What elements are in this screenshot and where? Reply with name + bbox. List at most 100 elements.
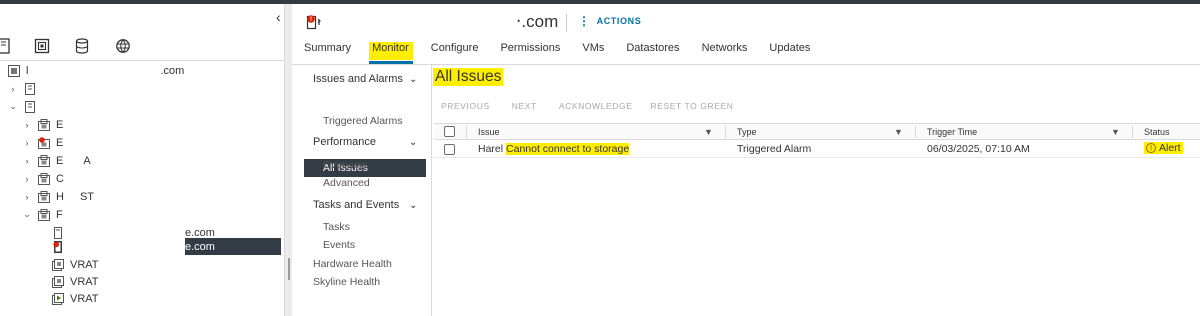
- subnav-events[interactable]: Events: [323, 239, 355, 251]
- tree-item-cluster[interactable]: › E: [22, 116, 63, 133]
- type-cell: Triggered Alarm: [737, 143, 812, 155]
- storage-icon[interactable]: [72, 36, 92, 56]
- tab-monitor[interactable]: Monitor: [369, 42, 413, 64]
- tree-item-cluster[interactable]: › E A: [22, 152, 91, 169]
- cluster-icon: [38, 190, 50, 203]
- vm-running-icon: [52, 292, 64, 305]
- cluster-icon: [38, 208, 50, 221]
- previous-button[interactable]: PREVIOUS: [441, 101, 490, 111]
- column-divider: [1132, 126, 1133, 138]
- chevron-right-icon[interactable]: ›: [22, 156, 32, 166]
- tree-item-suffix: e.com: [185, 226, 215, 239]
- acknowledge-button[interactable]: ACKNOWLEDGE: [559, 101, 633, 111]
- column-divider: [725, 126, 726, 138]
- vm-icon: [52, 258, 64, 271]
- tree-item-label: H: [56, 190, 64, 203]
- cluster-alert-icon: [38, 136, 50, 149]
- vms-and-templates-icon[interactable]: [32, 36, 52, 56]
- hosts-and-clusters-icon[interactable]: [0, 36, 14, 56]
- chevron-down-icon[interactable]: ⌄: [8, 101, 18, 112]
- filter-icon[interactable]: ▼: [704, 127, 713, 137]
- cluster-icon: [38, 154, 50, 167]
- subnav-overview[interactable]: Overview: [323, 159, 367, 171]
- column-header-issue[interactable]: Issue: [478, 127, 500, 137]
- collapse-navigator-button[interactable]: ‹: [276, 10, 281, 24]
- tree-item-cluster[interactable]: › E: [22, 134, 63, 151]
- reset-to-green-button[interactable]: RESET TO GREEN: [650, 101, 733, 111]
- tab-networks[interactable]: Networks: [702, 42, 748, 60]
- subnav-hardware-health[interactable]: Hardware Health: [313, 258, 392, 270]
- chevron-down-icon[interactable]: ⌄: [409, 137, 417, 148]
- tree-item-label: E: [56, 118, 64, 131]
- chevron-down-icon[interactable]: ⌄: [22, 209, 32, 220]
- vm-icon: [52, 275, 64, 288]
- tab-configure[interactable]: Configure: [431, 42, 479, 60]
- column-divider: [466, 126, 467, 138]
- chevron-right-icon[interactable]: ›: [22, 120, 32, 130]
- tree-item-cluster[interactable]: › H ST: [22, 188, 94, 205]
- tree-item-label: VRAT: [70, 258, 99, 271]
- splitter-grip-icon[interactable]: [288, 258, 290, 280]
- datacenter-icon: [24, 100, 36, 113]
- tree-item-datacenter[interactable]: ⌄: [8, 98, 42, 115]
- filter-icon[interactable]: ▼: [894, 127, 903, 137]
- tree-item-datacenter[interactable]: ›: [8, 80, 42, 97]
- tree-item-label: VRAT: [70, 292, 99, 305]
- column-header-status[interactable]: Status: [1144, 127, 1170, 137]
- panel-splitter[interactable]: [284, 4, 292, 316]
- tree-item-label: C: [56, 172, 64, 185]
- tree-item-host-selected[interactable]: e.com: [52, 238, 215, 255]
- chevron-right-icon[interactable]: ›: [8, 84, 18, 94]
- subnav-tasks[interactable]: Tasks: [323, 221, 350, 233]
- tree-item-vcenter[interactable]: l .com: [8, 62, 184, 79]
- tree-item-cluster[interactable]: ⌄ F: [22, 206, 63, 223]
- header-divider: [566, 14, 567, 32]
- column-header-type[interactable]: Type: [737, 127, 757, 137]
- tab-datastores[interactable]: Datastores: [626, 42, 679, 60]
- actions-menu-button[interactable]: ⋮ ACTIONS: [578, 15, 641, 27]
- page-title: All Issues: [433, 68, 504, 86]
- chevron-right-icon[interactable]: ›: [22, 138, 32, 148]
- tree-item-cluster[interactable]: › C: [22, 170, 64, 187]
- next-button[interactable]: NEXT: [512, 101, 537, 111]
- tree-item-label: E: [56, 136, 64, 149]
- kebab-icon: ⋮: [578, 14, 591, 28]
- tree-item-label: l: [26, 64, 29, 77]
- group-tasks-and-events[interactable]: Tasks and Events: [313, 199, 399, 211]
- tree-item-vm[interactable]: VRAT: [52, 290, 99, 307]
- chevron-right-icon[interactable]: ›: [22, 192, 32, 202]
- chevron-down-icon[interactable]: ⌄: [409, 74, 417, 85]
- group-performance[interactable]: Performance: [313, 136, 376, 148]
- status-text: Alert: [1159, 142, 1181, 154]
- tree-item-vm[interactable]: VRAT: [52, 256, 99, 273]
- tab-updates[interactable]: Updates: [769, 42, 810, 60]
- tab-summary[interactable]: Summary: [304, 42, 351, 60]
- tree-item-vm[interactable]: VRAT: [52, 273, 99, 290]
- tree-item-label: E: [56, 154, 64, 167]
- tree-item-suffix: A: [83, 154, 91, 167]
- issue-text: annot connect to storage: [513, 143, 630, 155]
- issues-toolbar: PREVIOUS NEXT ACKNOWLEDGE RESET TO GREEN: [441, 101, 734, 111]
- networking-icon[interactable]: [113, 36, 133, 56]
- group-issues-and-alarms[interactable]: Issues and Alarms: [313, 73, 403, 85]
- tab-permissions[interactable]: Permissions: [500, 42, 560, 60]
- cluster-icon: [38, 172, 50, 185]
- column-header-trigger-time[interactable]: Trigger Time: [927, 127, 977, 137]
- tab-vms[interactable]: VMs: [582, 42, 604, 60]
- select-all-checkbox[interactable]: [444, 126, 455, 137]
- tree-item-suffix: e.com: [185, 240, 215, 253]
- issue-cell[interactable]: Harel Cannot connect to storage: [478, 143, 630, 155]
- subnav-advanced[interactable]: Advanced: [323, 177, 370, 189]
- row-checkbox[interactable]: [444, 144, 455, 155]
- subnav-skyline-health[interactable]: Skyline Health: [313, 276, 380, 288]
- chevron-down-icon[interactable]: ⌄: [409, 200, 417, 211]
- table-row[interactable]: Harel Cannot connect to storage Triggere…: [434, 140, 1200, 158]
- monitor-subnav: Issues and Alarms ⌄ All Issues Triggered…: [292, 65, 432, 316]
- subnav-triggered-alarms[interactable]: Triggered Alarms: [323, 115, 403, 127]
- filter-icon[interactable]: ▼: [1111, 127, 1120, 137]
- column-divider: [915, 126, 916, 138]
- chevron-right-icon[interactable]: ›: [22, 174, 32, 184]
- actions-label: ACTIONS: [596, 16, 642, 26]
- svg-text:!: !: [310, 17, 312, 23]
- host-alert-icon: !: [306, 14, 321, 30]
